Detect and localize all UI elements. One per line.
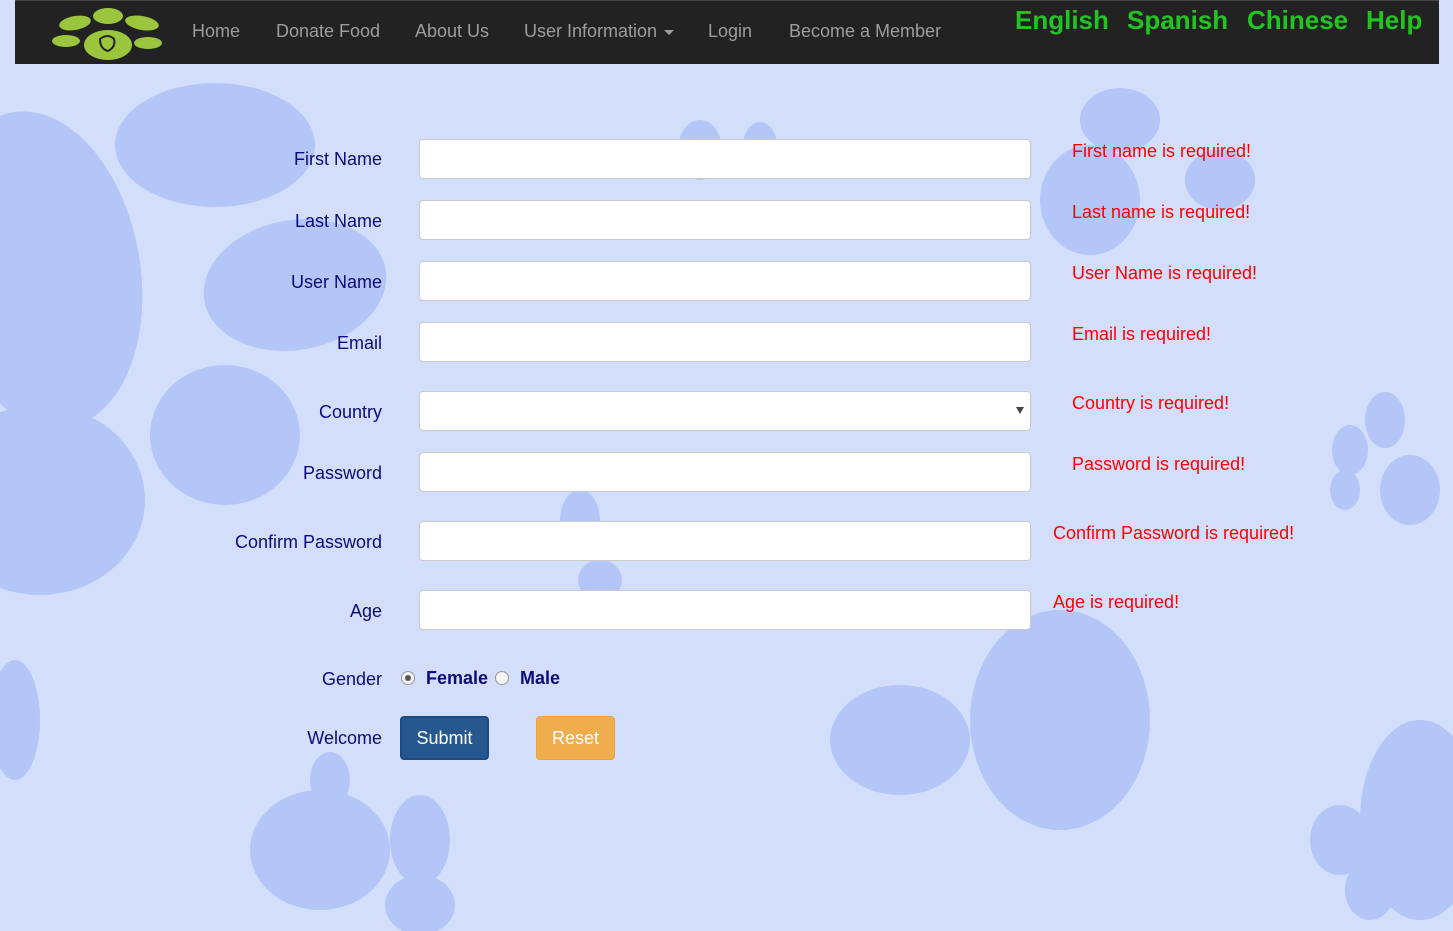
gender-label: Gender: [321, 669, 382, 689]
password-error: Password is required!: [1072, 454, 1246, 474]
nav-about-us[interactable]: About Us: [415, 21, 489, 42]
top-navbar: Home Donate Food About Us User Informati…: [15, 0, 1439, 64]
lang-spanish-link[interactable]: Spanish: [1127, 5, 1228, 36]
welcome-label: Welcome: [307, 728, 382, 748]
first-name-error: First name is required!: [1072, 141, 1252, 161]
last-name-input[interactable]: [419, 200, 1031, 240]
gender-male-label[interactable]: Male: [520, 668, 560, 689]
select-arrow-icon: [1016, 407, 1024, 414]
confirm-password-error: Confirm Password is required!: [1053, 523, 1295, 543]
gender-male-radio[interactable]: [495, 671, 509, 685]
first-name-label: First Name: [293, 149, 382, 169]
password-input[interactable]: [419, 452, 1031, 492]
caret-down-icon: [664, 29, 675, 35]
paw-logo-icon[interactable]: [50, 5, 166, 61]
first-name-input[interactable]: [419, 139, 1031, 179]
age-label: Age: [349, 601, 382, 621]
age-input[interactable]: [419, 590, 1031, 630]
lang-chinese-link[interactable]: Chinese: [1247, 5, 1348, 36]
country-label: Country: [318, 402, 382, 422]
user-name-label: User Name: [290, 272, 382, 292]
last-name-error: Last name is required!: [1072, 202, 1251, 222]
last-name-label: Last Name: [294, 211, 382, 231]
nav-become-member[interactable]: Become a Member: [789, 21, 941, 42]
reset-button[interactable]: Reset: [536, 716, 615, 760]
age-error: Age is required!: [1053, 592, 1180, 612]
email-label: Email: [336, 333, 382, 353]
country-select[interactable]: [419, 391, 1031, 431]
gender-female-radio[interactable]: [401, 671, 415, 685]
submit-button[interactable]: Submit: [400, 716, 489, 760]
user-name-error: User Name is required!: [1072, 263, 1258, 283]
lang-english-link[interactable]: English: [1015, 5, 1109, 36]
confirm-password-label: Confirm Password: [234, 532, 382, 552]
country-error: Country is required!: [1072, 393, 1230, 413]
nav-home[interactable]: Home: [192, 21, 240, 42]
confirm-password-input[interactable]: [419, 521, 1031, 561]
help-link[interactable]: Help: [1366, 5, 1422, 36]
nav-user-information-label: User Information: [524, 21, 658, 41]
nav-user-information-dropdown[interactable]: User Information: [524, 21, 675, 42]
email-error: Email is required!: [1072, 324, 1212, 344]
nav-donate-food[interactable]: Donate Food: [276, 21, 380, 42]
nav-login[interactable]: Login: [708, 21, 752, 42]
gender-female-label[interactable]: Female: [426, 668, 488, 689]
user-name-input[interactable]: [419, 261, 1031, 301]
email-input[interactable]: [419, 322, 1031, 362]
password-label: Password: [302, 463, 382, 483]
